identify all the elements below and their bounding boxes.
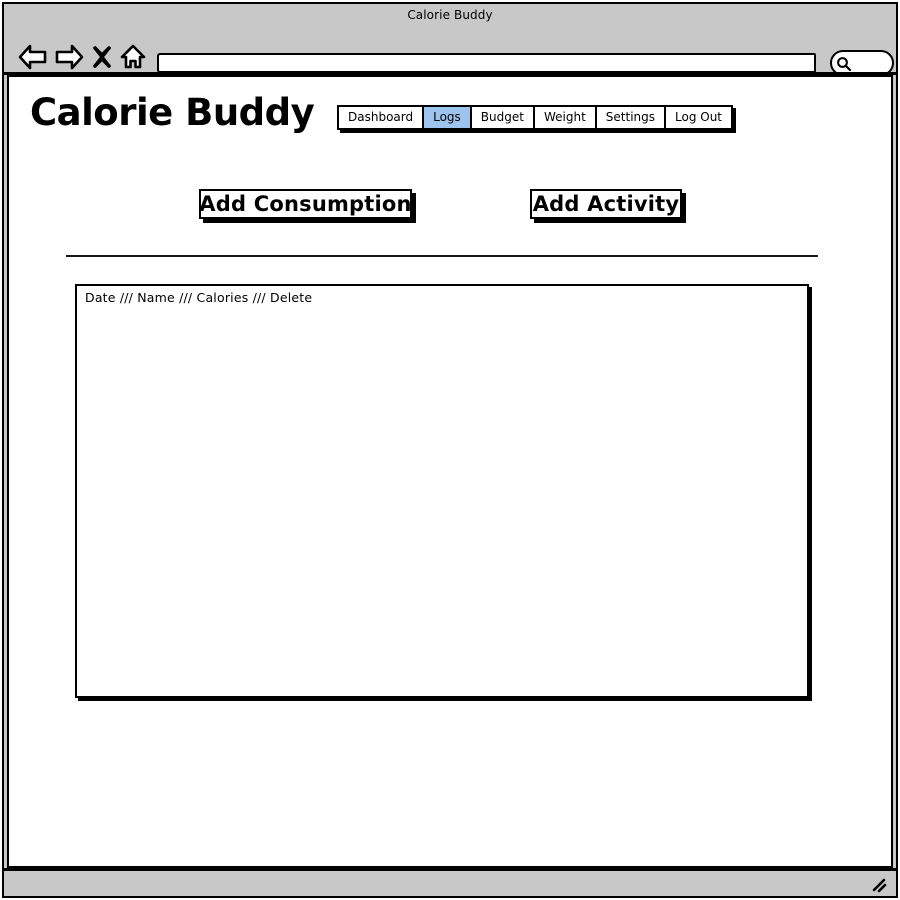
- page-title: Calorie Buddy: [30, 91, 315, 134]
- url-bar[interactable]: [157, 53, 816, 73]
- status-bar: [4, 868, 896, 896]
- log-table-header: Date /// Name /// Calories /// Delete: [85, 290, 313, 305]
- stop-icon[interactable]: [92, 46, 112, 72]
- browser-window: Calorie Buddy Calorie Buddy Dashboard Lo…: [2, 2, 898, 898]
- back-icon[interactable]: [18, 44, 48, 74]
- browser-toolbar: [4, 24, 896, 76]
- nav-tab-settings[interactable]: Settings: [596, 107, 666, 128]
- window-title: Calorie Buddy: [407, 8, 493, 22]
- page-viewport: Calorie Buddy Dashboard Logs Budget Weig…: [7, 75, 893, 868]
- nav-tab-weight[interactable]: Weight: [534, 107, 597, 128]
- add-consumption-button[interactable]: Add Consumption: [199, 189, 412, 219]
- main-navigation: Dashboard Logs Budget Weight Settings Lo…: [337, 105, 734, 130]
- nav-tab-log-out[interactable]: Log Out: [666, 107, 732, 128]
- add-activity-button[interactable]: Add Activity: [530, 189, 682, 219]
- log-table-panel: Date /// Name /// Calories /// Delete: [75, 284, 809, 698]
- home-icon[interactable]: [120, 44, 146, 74]
- title-bar: Calorie Buddy: [4, 4, 896, 24]
- nav-tab-logs[interactable]: Logs: [424, 107, 472, 128]
- section-separator: [66, 255, 818, 257]
- nav-tab-budget[interactable]: Budget: [471, 107, 535, 128]
- forward-icon[interactable]: [54, 44, 84, 74]
- resize-grip-icon[interactable]: [870, 876, 888, 898]
- nav-tab-dashboard[interactable]: Dashboard: [339, 107, 425, 128]
